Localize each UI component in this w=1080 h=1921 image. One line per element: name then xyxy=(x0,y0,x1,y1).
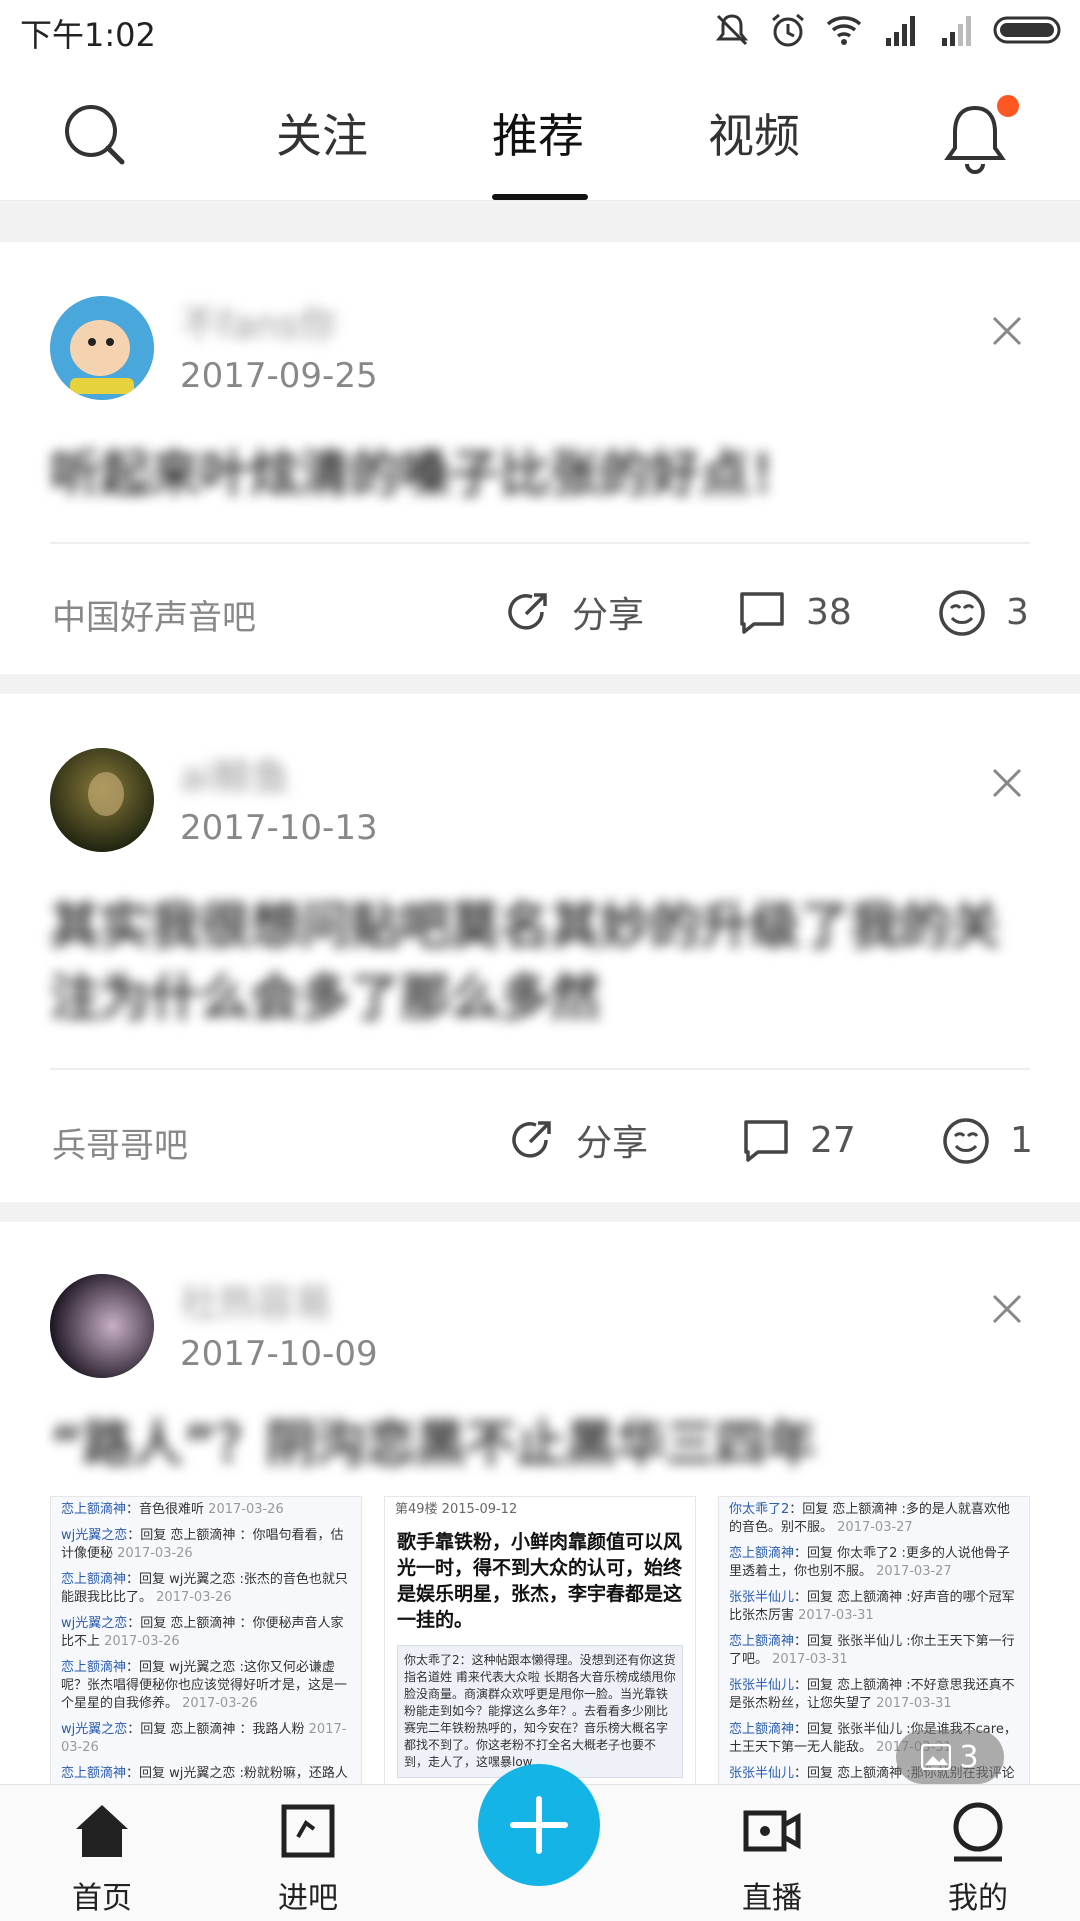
cartoon-avatar-icon xyxy=(50,296,154,400)
thumb-line: 恋上额滴神：回复 wj光翼之恋 :张杰的音色也就只能跟我比比了。 2017-03… xyxy=(61,1572,348,1605)
post-footer: 兵哥哥吧 分享 27 1 xyxy=(0,1114,1080,1174)
like-button[interactable]: 1 xyxy=(940,1114,1033,1166)
avatar[interactable] xyxy=(50,1274,154,1378)
video-camera-icon xyxy=(743,1810,801,1852)
thumb-header: 第49楼 2015-09-12 xyxy=(395,1502,518,1517)
active-tab-indicator xyxy=(492,194,588,200)
divider xyxy=(50,1068,1030,1070)
thumb-line: wj光翼之恋：回复 恋上额滴神 ：我路人粉 2017-03-26 xyxy=(61,1722,347,1755)
notification-badge xyxy=(994,92,1022,120)
comment-button[interactable]: 38 xyxy=(736,586,852,638)
close-icon[interactable] xyxy=(990,1292,1024,1326)
close-icon[interactable] xyxy=(990,314,1024,348)
share-label: 分享 xyxy=(576,1123,649,1164)
thumb-line: 恋上额滴神：回复 张张半仙儿 :你土王天下第一行了吧。 2017-03-31 xyxy=(729,1634,1015,1667)
post-title[interactable]: 听起来叶炫清的嗓子比张的好点！ xyxy=(50,438,1030,510)
image-count-badge[interactable]: 3 xyxy=(896,1730,1004,1784)
wifi-icon xyxy=(826,16,862,45)
forum-name[interactable]: 中国好声音吧 xyxy=(52,590,256,639)
photo-avatar-icon xyxy=(50,1274,154,1378)
share-button[interactable]: 分享 xyxy=(506,1114,648,1166)
post-card[interactable]: ai鲸鱼 2017-10-13 其实我很想问贴吧莫名其妙的升级了我的关注为什么会… xyxy=(0,694,1080,1202)
nav-home[interactable]: 首页 xyxy=(42,1799,162,1917)
create-post-button[interactable] xyxy=(478,1764,600,1886)
thumb-line: wj光翼之恋：回复 恋上额滴神 ：你便秘声音人家比不上 2017-03-26 xyxy=(61,1616,344,1649)
post-footer: 中国好声音吧 分享 38 3 xyxy=(0,586,1080,646)
post-title[interactable]: 其实我很想问贴吧莫名其妙的升级了我的关注为什么会多了那么多然 xyxy=(50,890,1030,1034)
status-time: 下午1:02 xyxy=(20,16,156,54)
post-date: 2017-09-25 xyxy=(180,356,378,396)
username[interactable]: ai鲸鱼 xyxy=(180,746,290,801)
tab-video[interactable]: 视频 xyxy=(708,100,800,166)
comment-icon xyxy=(740,592,784,634)
comment-button[interactable]: 27 xyxy=(740,1114,856,1166)
forum-name[interactable]: 兵哥哥吧 xyxy=(52,1118,188,1167)
avatar[interactable] xyxy=(50,296,154,400)
signal-icon xyxy=(886,16,915,46)
plus-icon xyxy=(510,1796,568,1854)
image-thumbnail[interactable]: 第49楼 2015-09-12 歌手靠铁粉，小鲜肉靠颜值可以风光一时，得不到大众… xyxy=(384,1496,696,1788)
like-count: 3 xyxy=(1006,591,1029,633)
home-icon xyxy=(76,1805,128,1857)
close-icon[interactable] xyxy=(990,766,1024,800)
nav-enter-forum-label: 进吧 xyxy=(278,1881,338,1916)
nav-profile[interactable]: 我的 xyxy=(918,1799,1038,1917)
status-bar: 下午1:02 xyxy=(0,0,1080,60)
share-button[interactable]: 分享 xyxy=(502,586,644,638)
nav-enter-forum[interactable]: 进吧 xyxy=(248,1799,368,1917)
thumb-line: wj光翼之恋：回复 恋上额滴神 ：你唱句看看，估计像便秘 2017-03-26 xyxy=(61,1528,344,1561)
comment-count: 38 xyxy=(806,591,852,633)
thumb-line: 恋上额滴神：回复 wj光翼之恋 :这你又何必谦虚呢？张杰唱得便秘你也应该觉得好听… xyxy=(61,1660,348,1711)
like-face-icon xyxy=(939,590,985,636)
like-count: 1 xyxy=(1010,1119,1033,1161)
post-card[interactable]: 不fans你 2017-09-25 听起来叶炫清的嗓子比张的好点！ 中国好声音吧… xyxy=(0,242,1080,674)
comment-count: 27 xyxy=(810,1119,856,1161)
thumb-line: 张张半仙儿：回复 恋上额滴神 :不好意思我还真不是张杰粉丝，让您失望了 2017… xyxy=(729,1678,1015,1711)
signal-weak-icon xyxy=(942,16,971,46)
search-icon[interactable] xyxy=(60,100,130,170)
photo-avatar-icon xyxy=(50,748,154,852)
like-button[interactable]: 3 xyxy=(936,586,1029,638)
post-date: 2017-10-09 xyxy=(180,1334,378,1374)
like-face-icon xyxy=(943,1118,989,1164)
nav-live[interactable]: 直播 xyxy=(712,1799,832,1917)
nav-profile-label: 我的 xyxy=(948,1881,1008,1916)
username[interactable]: 社热容易 xyxy=(180,1272,332,1327)
image-icon xyxy=(921,1744,952,1770)
mute-icon xyxy=(715,14,749,46)
battery-icon xyxy=(993,16,1061,44)
nav-live-label: 直播 xyxy=(742,1881,802,1916)
thumb-big-text: 歌手靠铁粉，小鲜肉靠颜值可以风光一时，得不到大众的认可，始终是娱乐明星，张杰，李… xyxy=(397,1531,683,1631)
divider xyxy=(50,542,1030,544)
tab-follow[interactable]: 关注 xyxy=(276,100,368,166)
thumb-line: 恋上额滴神：回复 你太乖了2 :更多的人说他骨子里透着土，你也别不服。 2017… xyxy=(729,1546,1010,1579)
post-date: 2017-10-13 xyxy=(180,808,378,848)
share-label: 分享 xyxy=(572,595,645,636)
image-thumbnail[interactable]: 恋上额滴神：音色很难听 2017-03-26 wj光翼之恋：回复 恋上额滴神 ：… xyxy=(50,1496,362,1788)
thumb-line: 张张半仙儿：回复 恋上额滴神 :好声音的哪个冠军比张杰厉害 2017-03-31 xyxy=(729,1590,1015,1623)
avatar[interactable] xyxy=(50,748,154,852)
thumb-quote: 你太乖了2：这种帖跟本懒得理。没想到还有你这货指名道姓 甫来代表大众啦 长期各大… xyxy=(397,1645,683,1778)
check-square-icon xyxy=(281,1804,335,1858)
image-count: 3 xyxy=(959,1739,979,1775)
nav-home-label: 首页 xyxy=(72,1881,132,1916)
share-icon xyxy=(508,593,547,630)
alarm-icon xyxy=(772,13,804,47)
username[interactable]: 不fans你 xyxy=(180,294,337,349)
thumb-line: 你太乖了2：回复 恋上额滴神 :多的是人就喜欢他的音色。别不服。 2017-03… xyxy=(729,1502,1010,1535)
profile-icon xyxy=(953,1802,1003,1862)
image-row: 恋上额滴神：音色很难听 2017-03-26 wj光翼之恋：回复 恋上额滴神 ：… xyxy=(50,1496,1030,1788)
post-card[interactable]: 社热容易 2017-10-09 “路人”？阴沟恋黑不止黑华三四年 恋上额滴神：音… xyxy=(0,1222,1080,1788)
status-icons xyxy=(712,10,1066,50)
comment-icon xyxy=(744,1120,788,1162)
share-icon xyxy=(512,1121,551,1158)
tab-recommend[interactable]: 推荐 xyxy=(492,100,584,166)
thumb-line: 恋上额滴神：音色很难听 2017-03-26 xyxy=(61,1502,284,1517)
top-nav: 关注 推荐 视频 xyxy=(0,60,1080,201)
post-title[interactable]: “路人”？阴沟恋黑不止黑华三四年 xyxy=(50,1408,1030,1480)
